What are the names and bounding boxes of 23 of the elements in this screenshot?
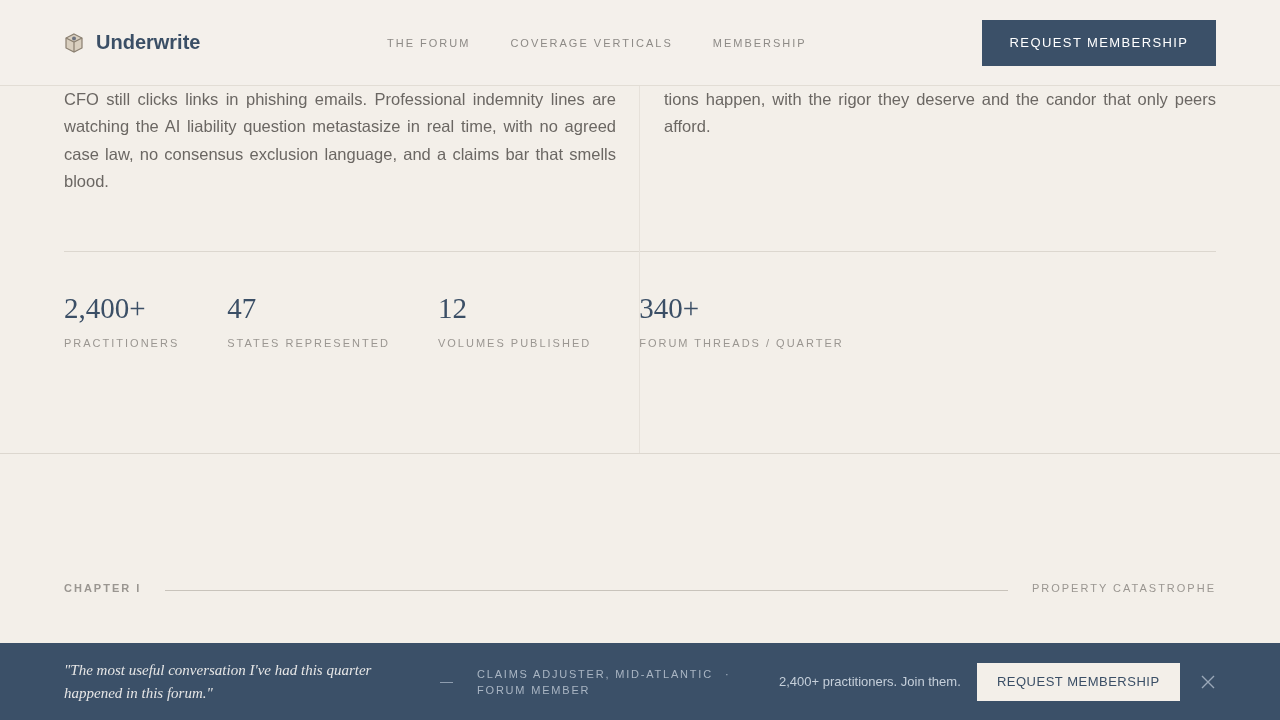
stat-label: FORUM THREADS / QUARTER: [639, 337, 844, 350]
close-icon[interactable]: [1200, 674, 1215, 689]
stat-label: STATES REPRESENTED: [227, 337, 390, 350]
stat-value: 12: [437, 292, 468, 326]
stat-value: 340+: [639, 292, 701, 326]
testimonial-quote: "The most useful conversation I've had this quarter happened in this forum.": [64, 660, 373, 703]
chapter-title: PROPERTY CATASTROPHE: [1031, 582, 1216, 594]
quote-attribution: CLAIMS ADJUSTER, MID-ATLANTIC: [477, 667, 713, 680]
stat-label: PRACTITIONERS: [64, 337, 180, 350]
chapter-number: CHAPTER I: [64, 582, 142, 594]
stat-value: 2,400+: [64, 292, 147, 326]
cube-logo-icon: [64, 32, 84, 53]
body-paragraph: tions happen, with the rigor they deserve and the candor that only peers afford.: [664, 89, 1216, 138]
brand-name[interactable]: Underwrite: [96, 31, 201, 54]
body-paragraph: CFO still clicks links in phishing emails. Professional indemnity lines are watching the AI liability question metastasize in real time, with no agreed case law, no consensus exclusion language, and a claims bar that smells blood.: [64, 89, 616, 192]
request-membership-button[interactable]: REQUEST MEMBERSHIP: [982, 19, 1216, 66]
stat-label: VOLUMES PUBLISHED: [437, 337, 592, 350]
quote-dash: —: [440, 674, 453, 689]
separator-dot: ·: [724, 667, 731, 680]
banner-pitch: 2,400+ practitioners. Join them.: [779, 674, 961, 689]
stat-value: 47: [227, 292, 258, 326]
request-membership-button[interactable]: REQUEST MEMBERSHIP: [976, 662, 1180, 701]
quote-role: FORUM MEMBER: [477, 683, 592, 696]
